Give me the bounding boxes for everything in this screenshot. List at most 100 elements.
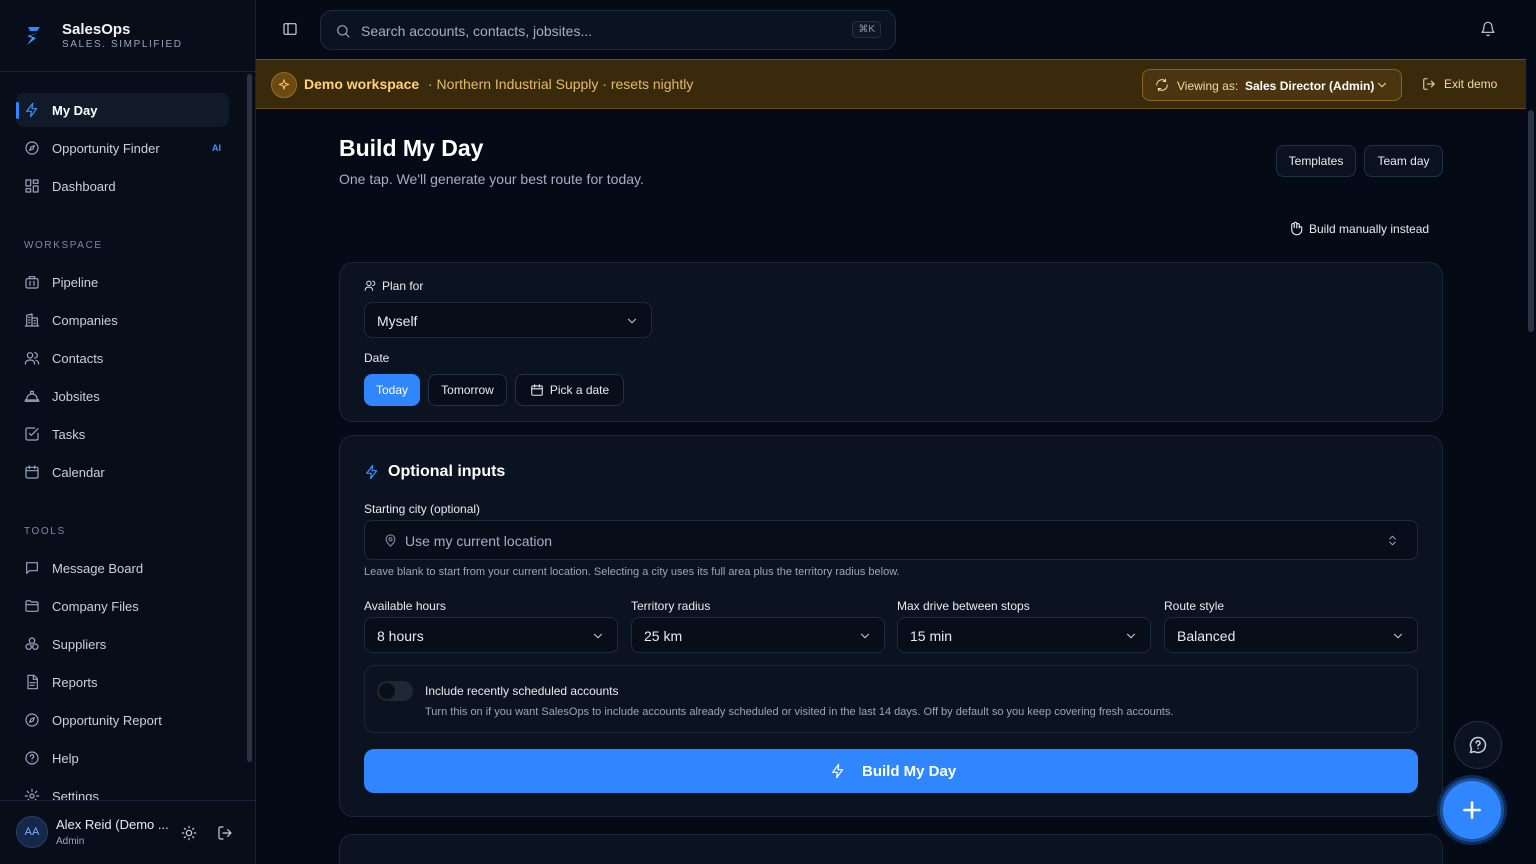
chevron-down-icon xyxy=(1377,82,1387,88)
available-hours-label: Available hours xyxy=(364,599,446,613)
pipeline-icon xyxy=(25,276,39,289)
workspace-section-label: WORKSPACE xyxy=(24,240,103,251)
sidebar-toggle-icon[interactable] xyxy=(282,21,298,37)
search-placeholder: Search accounts, contacts, jobsites... xyxy=(361,23,593,39)
chevron-down-icon xyxy=(593,633,603,639)
territory-radius-label: Territory radius xyxy=(631,599,711,613)
help-icon xyxy=(25,751,39,765)
date-chip-pick-date[interactable]: Pick a date xyxy=(515,374,624,406)
user-icon xyxy=(364,280,376,291)
tools-section-label: TOOLS xyxy=(24,526,66,537)
territory-radius-select[interactable]: 25 km xyxy=(631,617,885,653)
sidebar-item-label: Pipeline xyxy=(52,274,99,290)
sidebar-item-my-day[interactable]: My Day xyxy=(16,93,229,127)
boxes-icon xyxy=(25,637,39,650)
max-drive-select[interactable]: 15 min xyxy=(897,617,1151,653)
sidebar-item-label: Contacts xyxy=(52,350,104,366)
sidebar-item-opportunity-report[interactable]: Opportunity Report xyxy=(16,703,229,737)
sidebar-scrollbar[interactable] xyxy=(247,74,252,762)
sidebar-item-label: Opportunity Finder xyxy=(52,140,160,156)
sidebar-item-companies[interactable]: Companies xyxy=(16,303,229,337)
bell-icon[interactable] xyxy=(1480,21,1496,37)
salesops-logo-icon xyxy=(27,27,40,45)
refresh-icon xyxy=(1156,78,1168,92)
starting-city-placeholder: Use my current location xyxy=(405,533,553,549)
recent-accounts-description: Turn this on if you want SalesOps to inc… xyxy=(425,706,1174,718)
sidebar-item-contacts[interactable]: Contacts xyxy=(16,341,229,375)
help-chat-icon xyxy=(1469,736,1487,754)
folder-icon xyxy=(25,600,39,612)
date-chip-today[interactable]: Today xyxy=(364,374,420,406)
exit-demo-label: Exit demo xyxy=(1444,77,1498,91)
sidebar-item-label: Tasks xyxy=(52,426,86,442)
sidebar-item-label: Reports xyxy=(52,674,98,690)
help-chat-button[interactable] xyxy=(1454,721,1502,769)
viewing-as-select[interactable]: Viewing as: Sales Director (Admin) xyxy=(1142,69,1402,101)
compass-icon xyxy=(25,141,39,155)
sidebar-item-reports[interactable]: Reports xyxy=(16,665,229,699)
build-my-day-label: Build My Day xyxy=(862,763,957,780)
date-chip-tomorrow[interactable]: Tomorrow xyxy=(428,374,507,406)
dashboard-icon xyxy=(25,179,39,193)
available-hours-select[interactable]: 8 hours xyxy=(364,617,618,653)
calendar-icon xyxy=(531,384,543,396)
plus-icon xyxy=(1463,801,1481,819)
route-style-label: Route style xyxy=(1164,599,1225,613)
chevron-down-icon xyxy=(627,318,637,324)
sidebar-item-label: Help xyxy=(52,750,79,766)
starting-city-help: Leave blank to start from your current l… xyxy=(364,566,900,578)
plan-for-select[interactable]: Myself xyxy=(364,302,652,338)
demo-banner-title: Demo workspace xyxy=(304,76,420,92)
sidebar-item-label: Company Files xyxy=(52,598,139,614)
sidebar-item-suppliers[interactable]: Suppliers xyxy=(16,627,229,661)
templates-button[interactable]: Templates xyxy=(1276,145,1356,177)
sidebar-item-label: My Day xyxy=(52,102,98,118)
route-style-select[interactable]: Balanced xyxy=(1164,617,1418,653)
building-icon xyxy=(24,313,40,327)
max-drive-label: Max drive between stops xyxy=(897,599,1030,613)
hardhat-icon xyxy=(24,390,40,402)
main-scrollbar[interactable] xyxy=(1528,110,1534,332)
quick-add-button[interactable] xyxy=(1440,778,1504,842)
recent-accounts-title: Include recently scheduled accounts xyxy=(425,684,619,698)
sparkles-icon xyxy=(271,72,297,98)
sidebar-item-message-board[interactable]: Message Board xyxy=(16,551,229,585)
search-shortcut: ⌘K xyxy=(852,21,881,38)
plan-for-label: Plan for xyxy=(382,279,424,293)
sidebar-item-tasks[interactable]: Tasks xyxy=(16,417,229,451)
sidebar-item-calendar[interactable]: Calendar xyxy=(16,455,229,489)
sidebar-item-jobsites[interactable]: Jobsites xyxy=(16,379,229,413)
sidebar-item-help[interactable]: Help xyxy=(16,741,229,775)
theme-toggle-sun-icon[interactable] xyxy=(181,825,197,841)
search-input[interactable]: Search accounts, contacts, jobsites... ⌘… xyxy=(320,10,896,50)
demo-banner-org: · Northern Industrial Supply · resets ni… xyxy=(428,76,694,92)
plan-for-value: Myself xyxy=(377,313,418,329)
chevrons-up-down-icon xyxy=(1389,535,1396,546)
sidebar-item-dashboard[interactable]: Dashboard xyxy=(16,169,229,203)
user-bar: AA Alex Reid (Demo ... Admin xyxy=(0,800,255,864)
build-manually-label: Build manually instead xyxy=(1309,222,1430,236)
recent-accounts-toggle-box: Include recently scheduled accounts Turn… xyxy=(364,665,1418,733)
sidebar-item-company-files[interactable]: Company Files xyxy=(16,589,229,623)
user-name: Alex Reid (Demo ... xyxy=(56,817,169,832)
team-day-button[interactable]: Team day xyxy=(1364,145,1443,177)
topbar: Search accounts, contacts, jobsites... ⌘… xyxy=(256,0,1536,59)
bolt-icon xyxy=(832,763,844,779)
sidebar-item-opportunity-finder[interactable]: Opportunity Finder AI xyxy=(16,131,229,165)
search-icon xyxy=(337,25,350,38)
users-icon xyxy=(24,352,40,365)
available-hours-value: 8 hours xyxy=(377,628,424,644)
sidebar-item-label: Dashboard xyxy=(52,178,116,194)
calendar-icon xyxy=(25,465,39,479)
sidebar-item-pipeline[interactable]: Pipeline xyxy=(16,265,229,299)
chevron-down-icon xyxy=(1393,633,1403,639)
logout-icon[interactable] xyxy=(217,825,233,841)
starting-city-combobox[interactable]: Use my current location xyxy=(364,520,1418,560)
brand-tagline: SALES. SIMPLIFIED xyxy=(62,39,183,50)
recent-accounts-switch[interactable] xyxy=(377,681,413,701)
brand[interactable]: SalesOps SALES. SIMPLIFIED xyxy=(0,0,255,72)
viewing-as-value: Sales Director (Admin) xyxy=(1245,79,1375,93)
sidebar-item-label: Calendar xyxy=(52,464,105,480)
avatar[interactable]: AA xyxy=(16,816,48,848)
build-my-day-button[interactable]: Build My Day xyxy=(364,749,1418,793)
